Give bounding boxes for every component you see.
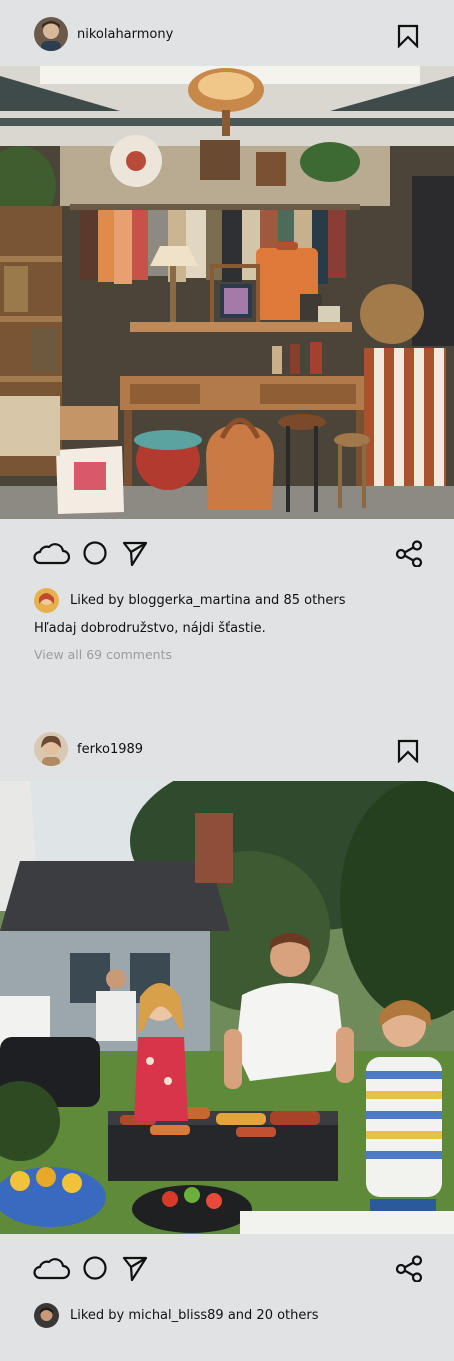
likes-row: Liked by bloggerka_martina and 85 others xyxy=(0,585,454,615)
post-photo[interactable] xyxy=(0,781,454,1234)
post-actions xyxy=(0,1234,454,1300)
post-photo[interactable] xyxy=(0,66,454,519)
view-comments-link[interactable]: View all 69 comments xyxy=(0,647,454,715)
post-header: nikolaharmony xyxy=(0,0,454,66)
post-header: ferko1989 xyxy=(0,715,454,781)
post: nikolaharmony Liked by bloggerka_martina… xyxy=(0,0,454,715)
send-icon[interactable] xyxy=(116,1254,154,1282)
post: ferko1989 Liked by michal_bliss89 and 20… xyxy=(0,715,454,1330)
liker-avatar[interactable] xyxy=(34,588,59,613)
barbecue-photo xyxy=(0,781,454,1234)
likes-suffix[interactable]: and 85 others xyxy=(251,593,346,608)
cloud-icon[interactable] xyxy=(32,1254,70,1282)
bookmark-icon[interactable] xyxy=(396,24,420,48)
post-caption: Hľadaj dobrodružstvo, nájdi šťastie. xyxy=(34,621,266,636)
cloud-icon[interactable] xyxy=(32,539,70,567)
avatar[interactable] xyxy=(34,17,68,51)
username[interactable]: ferko1989 xyxy=(77,742,143,758)
circle-icon[interactable] xyxy=(76,1254,114,1282)
send-icon[interactable] xyxy=(116,539,154,567)
post-actions xyxy=(0,519,454,585)
likes-prefix: Liked by xyxy=(70,593,129,608)
circle-icon[interactable] xyxy=(76,539,114,567)
likes-row: Liked by michal_bliss89 and 20 others xyxy=(0,1300,454,1330)
bookmark-icon[interactable] xyxy=(396,739,420,763)
liker-username[interactable]: michal_bliss89 xyxy=(128,1308,223,1323)
likes-prefix: Liked by xyxy=(70,1308,129,1323)
likes-text: Liked by michal_bliss89 and 20 others xyxy=(70,1308,319,1324)
garage-sale-photo xyxy=(0,66,454,519)
avatar[interactable] xyxy=(34,732,68,766)
likes-suffix[interactable]: and 20 others xyxy=(224,1308,319,1323)
liker-avatar[interactable] xyxy=(34,1303,59,1328)
liker-username[interactable]: bloggerka_martina xyxy=(128,593,250,608)
share-icon[interactable] xyxy=(390,539,428,567)
username[interactable]: nikolaharmony xyxy=(77,27,173,43)
share-icon[interactable] xyxy=(390,1254,428,1282)
likes-text: Liked by bloggerka_martina and 85 others xyxy=(70,593,346,609)
